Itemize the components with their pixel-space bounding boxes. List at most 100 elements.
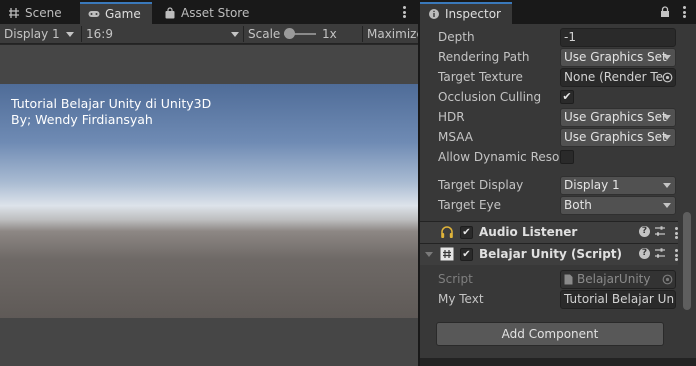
target-display-value: Display 1 (564, 178, 620, 192)
display-dropdown-value: Display 1 (4, 27, 60, 41)
audio-listener-enabled-checkbox[interactable]: ✔ (460, 226, 473, 239)
my-text-label: My Text (438, 292, 484, 306)
help-icon[interactable]: ? (639, 248, 650, 259)
msaa-label: MSAA (438, 130, 473, 144)
script-file-icon (564, 274, 573, 285)
rendering-path-value: Use Graphics Set (564, 50, 667, 64)
rendering-path-label: Rendering Path (438, 50, 530, 64)
hdr-label: HDR (438, 110, 465, 124)
script-ref-value: BelajarUnity (577, 272, 651, 286)
overlay-text-line1: Tutorial Belajar Unity di Unity3D (11, 96, 212, 111)
depth-row: Depth -1 (420, 28, 680, 48)
tab-inspector[interactable]: Inspector (420, 2, 512, 24)
scale-value: 1x (322, 27, 337, 41)
help-icon[interactable]: ? (639, 226, 650, 237)
info-icon (429, 9, 439, 19)
hdr-row: HDR Use Graphics Set (420, 108, 680, 128)
lock-icon[interactable] (660, 6, 670, 18)
game-toolbar: Display 1 16:9 Scale 1x Maximize (0, 24, 418, 44)
aspect-dropdown-value: 16:9 (86, 27, 113, 41)
my-text-row: My Text Tutorial Belajar Unit (420, 290, 680, 310)
overlay-text-line2: By; Wendy Firdiansyah (11, 112, 153, 127)
script-component-header[interactable]: ✔ Belajar Unity (Script) ? (420, 243, 678, 265)
target-texture-row: Target Texture None (Render Te (420, 68, 680, 88)
msaa-row: MSAA Use Graphics Set (420, 128, 680, 148)
presets-sliders-icon[interactable] (654, 225, 666, 237)
script-enabled-checkbox[interactable]: ✔ (460, 248, 473, 261)
depth-field[interactable]: -1 (560, 28, 676, 47)
headphones-icon (441, 226, 453, 238)
maximize-label: Maximize (367, 27, 418, 41)
script-ref-row: Script BelajarUnity (420, 270, 680, 290)
tab-asset-store[interactable]: Asset Store (156, 2, 256, 24)
presets-sliders-icon[interactable] (654, 247, 666, 259)
occlusion-culling-checkbox[interactable]: ✔ (560, 90, 574, 104)
allow-dynamic-resolution-label: Allow Dynamic Resol (438, 150, 563, 164)
scale-slider-thumb[interactable] (284, 28, 295, 39)
chevron-down-icon (231, 32, 239, 37)
game-panel-menu-icon[interactable] (402, 6, 406, 18)
hdr-dropdown[interactable]: Use Graphics Set (560, 108, 676, 127)
script-component-title: Belajar Unity (Script) (479, 247, 623, 261)
game-panel: Scene Game Asset Store Display 1 16:9 Sc… (0, 0, 418, 366)
target-display-dropdown[interactable]: Display 1 (560, 176, 676, 195)
object-picker-icon (662, 274, 673, 285)
allow-dynamic-resolution-row: Allow Dynamic Resol (420, 148, 680, 168)
tab-game[interactable]: Game (80, 2, 152, 24)
depth-label: Depth (438, 30, 475, 44)
bottom-strip (420, 358, 696, 366)
chevron-down-icon (66, 32, 74, 37)
tab-scene-label: Scene (25, 6, 62, 20)
target-texture-field[interactable]: None (Render Te (560, 68, 676, 87)
tab-game-label: Game (105, 7, 141, 21)
allow-dynamic-resolution-checkbox[interactable] (560, 150, 574, 164)
chevron-down-icon (663, 203, 671, 208)
target-eye-label: Target Eye (438, 198, 502, 212)
maximize-on-play-button[interactable]: Maximize (367, 24, 418, 44)
shopping-bag-icon (165, 7, 175, 19)
audio-listener-title: Audio Listener (479, 225, 578, 239)
aspect-dropdown[interactable]: 16:9 (86, 24, 241, 44)
occlusion-culling-row: Occlusion Culling ✔ (420, 88, 680, 108)
msaa-dropdown[interactable]: Use Graphics Set (560, 128, 676, 147)
object-picker-icon[interactable] (662, 72, 673, 83)
target-display-label: Target Display (438, 178, 524, 192)
chevron-down-icon (663, 135, 671, 140)
inspector-panel: Inspector Depth -1 Rendering Path Use Gr… (420, 0, 696, 366)
display-dropdown[interactable]: Display 1 (4, 24, 78, 44)
scale-label: Scale (248, 27, 281, 41)
script-component-menu-icon[interactable] (674, 249, 678, 261)
chevron-down-icon (663, 183, 671, 188)
target-display-row: Target Display Display 1 (420, 176, 680, 196)
my-text-field[interactable]: Tutorial Belajar Unit (560, 290, 676, 309)
tab-inspector-label: Inspector (445, 7, 501, 21)
inspector-scrollbar[interactable] (680, 24, 694, 366)
target-eye-value: Both (564, 198, 592, 212)
chevron-down-icon (663, 55, 671, 60)
audio-listener-menu-icon[interactable] (674, 227, 678, 239)
target-eye-dropdown[interactable]: Both (560, 196, 676, 215)
tab-asset-store-label: Asset Store (181, 6, 250, 20)
inspector-menu-icon[interactable] (682, 6, 686, 18)
game-view[interactable]: Tutorial Belajar Unity di Unity3D By; We… (0, 84, 418, 318)
hdr-value: Use Graphics Set (564, 110, 667, 124)
target-eye-row: Target Eye Both (420, 196, 680, 216)
grid-hash-icon (9, 8, 19, 18)
script-ref-label: Script (438, 272, 473, 286)
chevron-down-icon (663, 115, 671, 120)
scale-slider[interactable] (284, 24, 318, 44)
script-hash-icon (440, 247, 454, 261)
add-component-button[interactable]: Add Component (436, 322, 664, 346)
gamepad-icon (88, 11, 100, 17)
foldout-arrow-icon[interactable] (425, 252, 433, 257)
inspector-tabbar: Inspector (420, 0, 696, 24)
msaa-value: Use Graphics Set (564, 130, 667, 144)
target-texture-value: None (Render Te (564, 70, 664, 84)
occlusion-culling-label: Occlusion Culling (438, 90, 542, 104)
rendering-path-dropdown[interactable]: Use Graphics Set (560, 48, 676, 67)
inspector-scrollbar-thumb[interactable] (683, 212, 691, 310)
tab-scene[interactable]: Scene (0, 2, 78, 24)
rendering-path-row: Rendering Path Use Graphics Set (420, 48, 680, 68)
audio-listener-header[interactable]: ✔ Audio Listener ? (420, 221, 678, 243)
target-texture-label: Target Texture (438, 70, 523, 84)
